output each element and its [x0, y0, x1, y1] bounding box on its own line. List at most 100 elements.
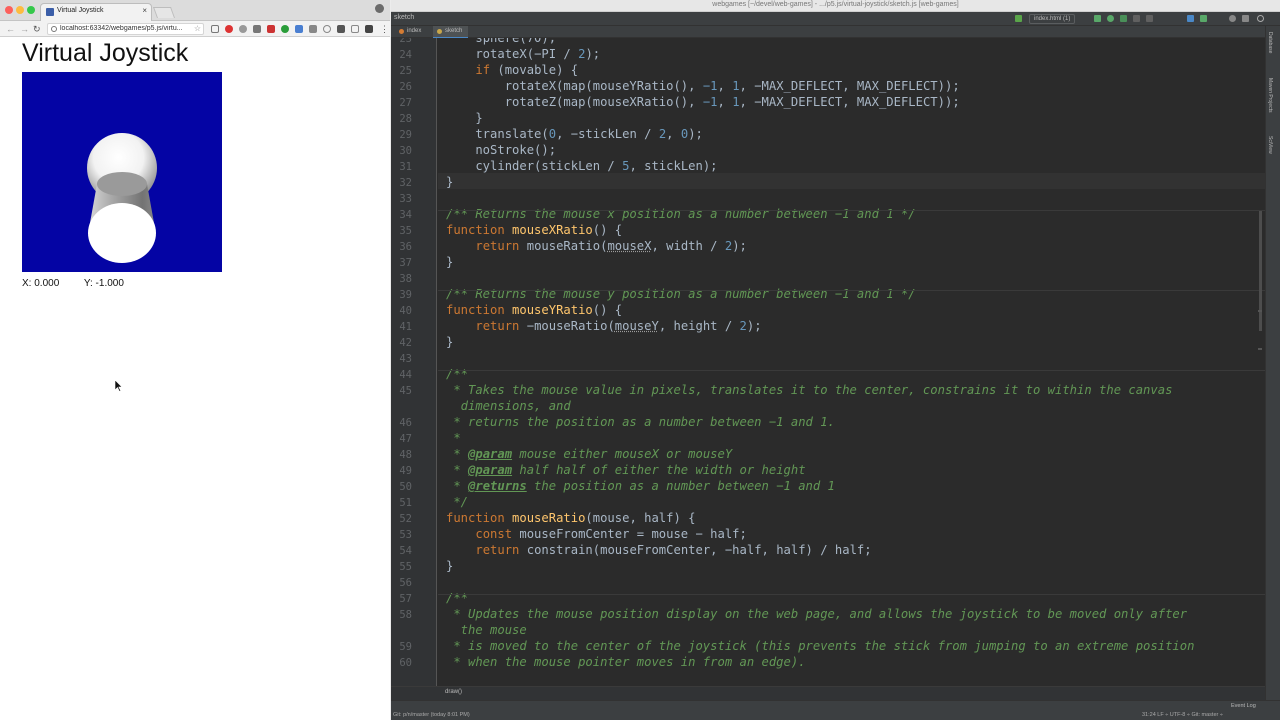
debug-icon[interactable]	[1107, 15, 1114, 22]
extension-icon[interactable]	[365, 25, 373, 33]
code-line[interactable]: }	[446, 334, 453, 350]
menu-icon[interactable]: ⋮	[380, 23, 389, 35]
code-line[interactable]: }	[446, 558, 453, 574]
extension-icon[interactable]	[253, 25, 261, 33]
search-icon[interactable]	[1257, 15, 1264, 22]
vcs-update-icon[interactable]	[1187, 15, 1194, 22]
code-line[interactable]: const mouseFromCenter = mouse − half;	[446, 526, 747, 542]
tab-close-icon[interactable]: ×	[142, 6, 147, 15]
code-line[interactable]: return mouseRatio(mouseX, width / 2);	[446, 238, 747, 254]
minimize-window-button[interactable]	[16, 6, 24, 14]
code-line[interactable]: sphere(70);	[446, 38, 556, 46]
vcs-commit-icon[interactable]	[1200, 15, 1207, 22]
coverage-icon[interactable]	[1120, 15, 1127, 22]
extension-icon[interactable]	[323, 25, 331, 33]
extension-icon[interactable]	[225, 25, 233, 33]
code-line[interactable]: return constrain(mouseFromCenter, −half,…	[446, 542, 871, 558]
extension-icon[interactable]	[239, 25, 247, 33]
code-line[interactable]: /**	[446, 590, 468, 606]
code-line[interactable]: * @param half half of either the width o…	[446, 462, 805, 478]
profile-run-icon[interactable]	[1133, 15, 1140, 22]
extension-icon[interactable]	[337, 25, 345, 33]
profile-icon[interactable]	[375, 4, 384, 13]
editor-tab-bar: index sketch	[391, 26, 1265, 38]
code-line[interactable]: translate(0, −stickLen / 2, 0);	[446, 126, 703, 142]
run-icon[interactable]	[1094, 15, 1101, 22]
code-line[interactable]: * Takes the mouse value in pixels, trans…	[446, 382, 1172, 398]
bookmark-star-icon[interactable]: ☆	[194, 24, 201, 33]
extension-icon[interactable]	[267, 25, 275, 33]
browser-tab[interactable]: Virtual Joystick ×	[40, 3, 152, 21]
tab-label: sketch	[445, 28, 463, 34]
back-icon[interactable]: ←	[6, 23, 15, 35]
page-info-icon[interactable]	[51, 26, 57, 32]
close-window-button[interactable]	[5, 6, 13, 14]
line-number: 44	[399, 369, 412, 381]
build-hammer-icon[interactable]	[1015, 15, 1022, 22]
address-bar[interactable]: localhost:63342/webgames/p5.js/virtu... …	[47, 23, 204, 35]
new-tab-button[interactable]	[152, 7, 176, 18]
nav-breadcrumb[interactable]: sketch	[394, 14, 414, 21]
code-line[interactable]: /** Returns the mouse y position as a nu…	[446, 286, 916, 302]
extension-icon[interactable]	[295, 25, 303, 33]
code-line[interactable]: * is moved to the center of the joystick…	[446, 638, 1194, 654]
database-tool-button[interactable]: Database	[1267, 32, 1273, 53]
y-readout: Y: -1.000	[83, 278, 124, 289]
line-number: 56	[399, 577, 412, 589]
line-number-gutter[interactable]: 23 24 25 26 27 28 29 30 31 32 33 34 35 36 37 38 39 40 41 42…	[391, 38, 437, 686]
code-editor[interactable]: sphere(70); rotateX(−PI / 2); if (movabl…	[438, 38, 1265, 686]
revert-icon[interactable]	[1242, 15, 1249, 22]
tab-sketch[interactable]: sketch	[433, 26, 469, 38]
code-line[interactable]: }	[446, 110, 482, 126]
code-line[interactable]: }	[446, 254, 453, 270]
editor-scrollbar[interactable]	[1256, 38, 1264, 686]
code-line[interactable]: }	[446, 174, 453, 190]
code-line[interactable]: * Updates the mouse position display on …	[446, 606, 1187, 622]
code-line[interactable]: /** Returns the mouse x position as a nu…	[446, 206, 916, 222]
extension-icon[interactable]	[309, 25, 317, 33]
sciview-tool-button[interactable]: SciView	[1267, 136, 1273, 154]
extension-icon[interactable]	[211, 25, 219, 33]
line-number: 53	[399, 529, 412, 541]
maven-tool-button[interactable]: Maven Projects	[1267, 78, 1273, 112]
code-line[interactable]: function mouseXRatio() {	[446, 222, 622, 238]
status-indicators[interactable]: 31:24 LF ÷ UTF-8 ÷ Git: master ÷	[1142, 712, 1223, 718]
code-line[interactable]: * @param mouse either mouseX or mouseY	[446, 446, 732, 462]
line-number: 24	[399, 49, 412, 61]
code-line[interactable]: if (movable) {	[446, 62, 578, 78]
run-configuration-select[interactable]: index.html (1)	[1029, 14, 1076, 24]
tab-index[interactable]: index	[395, 26, 427, 38]
scroll-marker	[1258, 310, 1262, 312]
reload-icon[interactable]: ↻	[33, 23, 41, 35]
code-line[interactable]: dimensions, and	[446, 398, 571, 414]
extension-icon[interactable]	[351, 25, 359, 33]
code-line[interactable]: *	[446, 430, 460, 446]
line-number: 37	[399, 257, 412, 269]
forward-icon[interactable]: →	[20, 23, 29, 35]
scrollbar-thumb[interactable]	[1259, 211, 1262, 331]
event-log-button[interactable]: Event Log	[1231, 703, 1256, 709]
code-line[interactable]: cylinder(stickLen / 5, stickLen);	[446, 158, 717, 174]
code-line[interactable]: * @returns the position as a number betw…	[446, 478, 835, 494]
browser-tab-bar: Virtual Joystick ×	[0, 0, 390, 21]
code-line[interactable]: * returns the position as a number betwe…	[446, 414, 835, 430]
stop-icon[interactable]	[1146, 15, 1153, 22]
zoom-window-button[interactable]	[27, 6, 35, 14]
code-line[interactable]: */	[446, 494, 468, 510]
ide-navigation-bar: sketch index.html (1)	[391, 12, 1280, 26]
function-breadcrumb[interactable]: draw()	[445, 689, 462, 695]
code-line[interactable]: the mouse	[446, 622, 527, 638]
code-line[interactable]: function mouseYRatio() {	[446, 302, 622, 318]
extension-icon[interactable]	[281, 25, 289, 33]
code-line[interactable]: function mouseRatio(mouse, half) {	[446, 510, 695, 526]
joystick-canvas[interactable]	[22, 72, 222, 272]
code-line[interactable]: rotateX(map(mouseYRatio(), −1, 1, −MAX_D…	[446, 78, 960, 94]
code-line[interactable]: noStroke();	[446, 142, 556, 158]
code-line[interactable]: rotateZ(map(mouseXRatio(), −1, 1, −MAX_D…	[446, 94, 960, 110]
code-line[interactable]: * when the mouse pointer moves in from a…	[446, 654, 805, 670]
code-line[interactable]: return −mouseRatio(mouseY, height / 2);	[446, 318, 761, 334]
code-line[interactable]: rotateX(−PI / 2);	[446, 46, 600, 62]
history-icon[interactable]	[1229, 15, 1236, 22]
line-number: 31	[399, 161, 412, 173]
code-line[interactable]: /**	[446, 366, 468, 382]
